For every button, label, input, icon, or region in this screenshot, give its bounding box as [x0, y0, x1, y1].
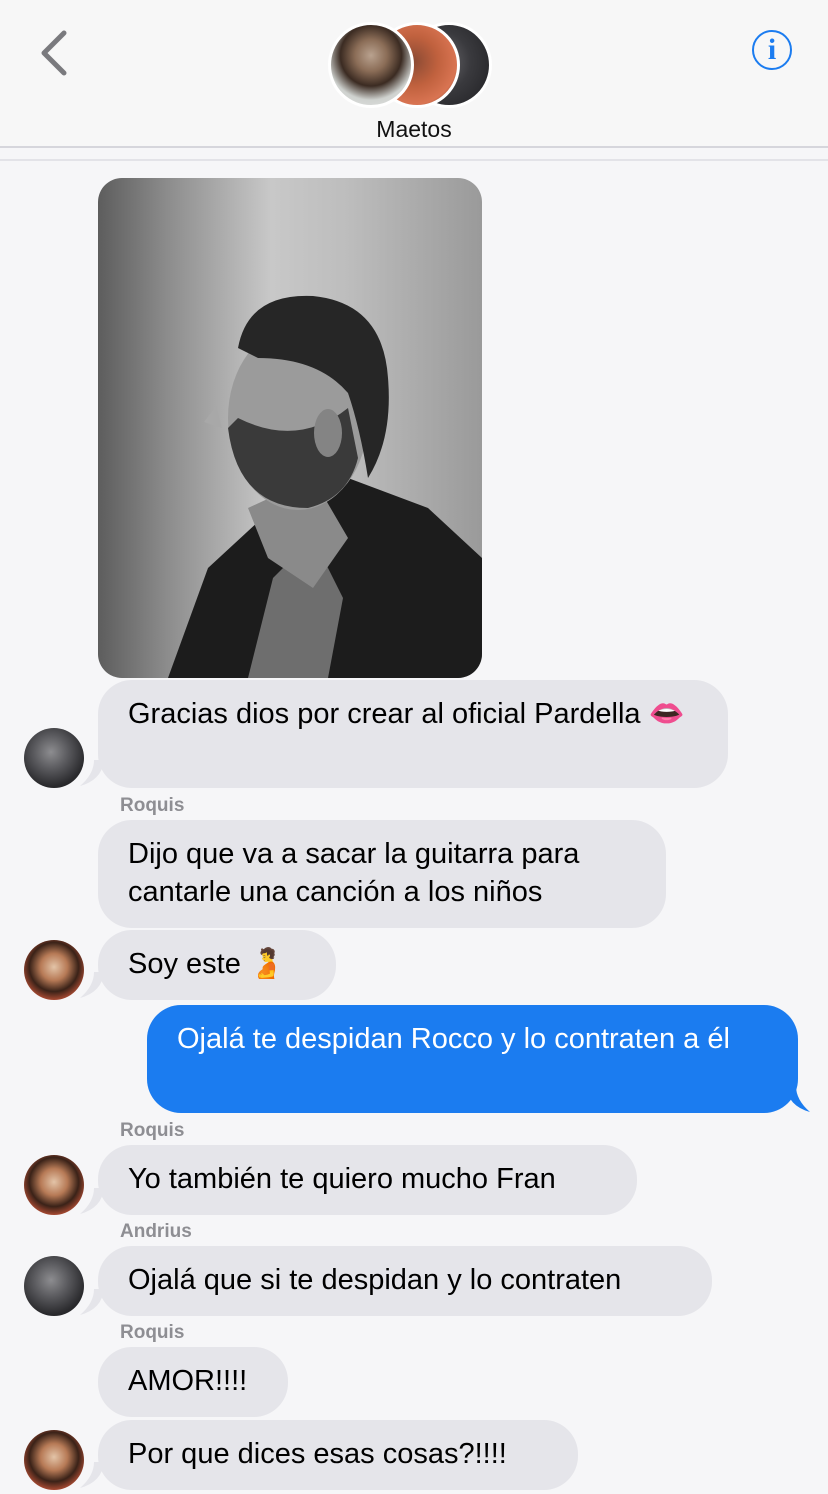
message-bubble[interactable]: Soy este 🫄	[98, 930, 336, 1000]
message-text: AMOR!!!!	[128, 1365, 248, 1397]
conversation-header: Maetos i	[0, 0, 828, 148]
photo-message[interactable]	[98, 178, 482, 678]
message-bubble[interactable]: Ojalá que si te despidan y lo contraten	[98, 1246, 712, 1316]
group-member-avatar	[328, 22, 414, 108]
message-bubble-outgoing[interactable]: Ojalá te despidan Rocco y lo contraten a…	[147, 1005, 798, 1113]
avatar[interactable]	[24, 1430, 84, 1490]
avatar[interactable]	[24, 1256, 84, 1316]
avatar[interactable]	[24, 728, 84, 788]
message-text: Dijo que va a sacar la guitarra para can…	[128, 838, 580, 908]
divider	[0, 159, 828, 161]
message-text: Yo también te quiero mucho Fran	[128, 1163, 556, 1195]
message-bubble[interactable]: Dijo que va a sacar la guitarra para can…	[98, 820, 666, 928]
message-bubble[interactable]: Gracias dios por crear al oficial Pardel…	[98, 680, 728, 788]
back-button[interactable]	[34, 28, 78, 78]
avatar[interactable]	[24, 1155, 84, 1215]
photo-image	[168, 295, 482, 678]
message-text: Ojalá que si te despidan y lo contraten	[128, 1264, 622, 1296]
message-text: Soy este 🫄	[128, 948, 286, 980]
info-icon: i	[767, 33, 777, 66]
group-avatar-stack[interactable]	[326, 22, 492, 108]
avatar[interactable]	[24, 940, 84, 1000]
sender-name: Andrius	[120, 1221, 192, 1242]
message-bubble[interactable]: Por que dices esas cosas?!!!!	[98, 1420, 578, 1490]
chevron-left-icon	[41, 30, 67, 76]
message-bubble[interactable]: AMOR!!!!	[98, 1347, 288, 1417]
info-button[interactable]: i	[752, 30, 792, 70]
message-text: Ojalá te despidan Rocco y lo contraten a…	[177, 1023, 730, 1055]
sender-name: Roquis	[120, 1322, 185, 1343]
message-text: Por que dices esas cosas?!!!!	[128, 1438, 507, 1470]
message-bubble[interactable]: Yo también te quiero mucho Fran	[98, 1145, 637, 1215]
message-text: Gracias dios por crear al oficial Pardel…	[128, 698, 685, 730]
sender-name: Roquis	[120, 1120, 185, 1141]
sender-name: Roquis	[120, 795, 185, 816]
group-name[interactable]: Maetos	[0, 116, 828, 143]
